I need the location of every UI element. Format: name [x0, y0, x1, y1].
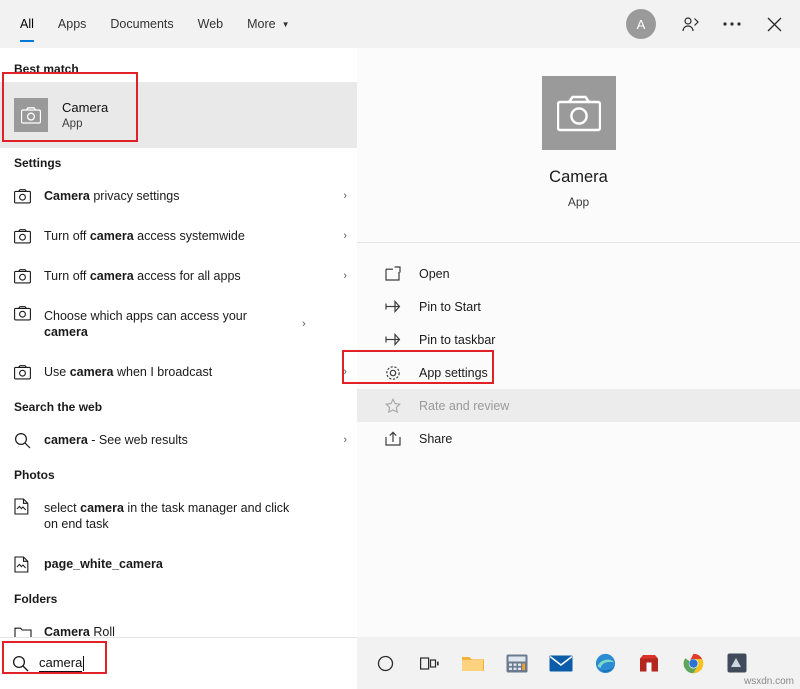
preview-app-name: Camera — [549, 168, 608, 186]
chevron-down-icon: ▼ — [281, 19, 290, 29]
watermark: wsxdn.com — [743, 676, 794, 687]
action-open-label: Open — [419, 266, 450, 281]
share-icon — [385, 431, 419, 446]
search-input[interactable]: camera — [39, 655, 83, 672]
preview-actions: Open Pin to Start Pin to taskbar App set… — [342, 243, 800, 455]
camera-outline-icon — [14, 268, 44, 284]
camera-outline-icon — [14, 228, 44, 244]
camera-app-icon — [14, 98, 48, 132]
chrome-icon[interactable] — [671, 637, 715, 689]
chevron-right-icon[interactable]: › — [335, 230, 347, 242]
preview-header: Camera App — [357, 48, 800, 243]
action-share[interactable]: Share — [357, 422, 800, 455]
file-explorer-icon[interactable] — [451, 637, 495, 689]
action-pin-to-taskbar-label: Pin to taskbar — [419, 332, 496, 347]
chevron-right-icon[interactable]: › — [335, 190, 347, 202]
list-item-label: Choose which apps can access your camera — [44, 308, 247, 339]
preview-app-type: App — [567, 195, 590, 209]
list-item-label: select camera in the task manager and cl… — [44, 500, 290, 531]
best-match-subtitle: App — [62, 118, 83, 130]
search-icon — [12, 655, 29, 672]
photo-document-icon — [14, 555, 44, 573]
tab-web[interactable]: Web — [186, 0, 235, 48]
tab-apps-label: Apps — [57, 17, 87, 31]
task-view-icon[interactable] — [407, 637, 451, 689]
list-item-label: Use camera when I broadcast — [44, 364, 213, 379]
search-filter-bar: All Apps Documents Web More ▼ A — [0, 0, 800, 48]
cortana-circle-icon[interactable] — [363, 637, 407, 689]
pin-icon — [385, 332, 419, 347]
section-photos: Photos — [14, 468, 55, 482]
avatar-initial: A — [636, 16, 646, 32]
list-item-label: Turn off camera access for all apps — [44, 268, 241, 283]
list-item-label: camera - See web results — [44, 432, 188, 447]
list-item[interactable]: select camera in the task manager and cl… — [0, 488, 357, 544]
tab-all-label: All — [20, 17, 34, 31]
tab-more-label: More — [247, 17, 276, 31]
list-item-label: Turn off camera access systemwide — [44, 228, 245, 243]
calculator-icon[interactable] — [495, 637, 539, 689]
close-icon[interactable] — [754, 4, 794, 44]
tab-apps[interactable]: Apps — [46, 0, 99, 48]
search-icon — [14, 432, 44, 449]
list-item[interactable]: Turn off camera access systemwide › — [0, 216, 357, 256]
person-feedback-icon[interactable] — [670, 4, 710, 44]
list-item[interactable]: Camera privacy settings › — [0, 176, 357, 216]
tab-documents[interactable]: Documents — [98, 0, 185, 48]
tab-all[interactable]: All — [8, 0, 46, 48]
list-item-label: page_white_camera — [44, 556, 163, 571]
chevron-right-icon[interactable]: › — [335, 366, 347, 378]
action-app-settings-label: App settings — [419, 365, 488, 380]
tab-more[interactable]: More ▼ — [235, 0, 301, 48]
section-settings: Settings — [14, 156, 62, 170]
chevron-right-icon[interactable]: › — [294, 318, 306, 330]
edge-icon[interactable] — [583, 637, 627, 689]
taskbar: wsxdn.com — [357, 637, 800, 689]
action-open[interactable]: Open — [357, 257, 800, 290]
list-item-label: Camera privacy settings — [44, 188, 180, 203]
action-pin-to-taskbar[interactable]: Pin to taskbar — [357, 323, 800, 356]
tab-documents-label: Documents — [110, 17, 174, 31]
list-item[interactable]: Turn off camera access for all apps › — [0, 256, 357, 296]
section-folders: Folders — [14, 592, 58, 606]
action-share-label: Share — [419, 431, 453, 446]
photo-document-icon — [14, 488, 44, 515]
search-box[interactable]: camera — [0, 637, 357, 689]
results-list: Best match Camera App Settings Camera pr… — [0, 48, 357, 639]
tab-web-label: Web — [197, 17, 224, 31]
section-search-the-web: Search the web — [14, 400, 103, 414]
chevron-right-icon[interactable]: › — [335, 270, 347, 282]
best-match-row[interactable]: Camera App — [0, 82, 357, 148]
best-match-name: Camera — [62, 100, 109, 115]
star-icon — [385, 398, 419, 413]
action-pin-to-start[interactable]: Pin to Start — [357, 290, 800, 323]
open-icon — [385, 266, 419, 281]
gear-icon — [385, 365, 419, 381]
microsoft-store-icon[interactable] — [627, 637, 671, 689]
chevron-right-icon[interactable]: › — [335, 434, 347, 446]
camera-outline-icon — [14, 296, 44, 321]
topbar-controls: A — [626, 0, 800, 48]
action-rate-and-review-label: Rate and review — [419, 398, 510, 413]
camera-outline-icon — [14, 364, 44, 380]
text-caret — [83, 656, 85, 671]
camera-outline-icon — [14, 188, 44, 204]
list-item[interactable]: Choose which apps can access your camera… — [0, 296, 357, 352]
filter-tabs: All Apps Documents Web More ▼ — [0, 0, 302, 48]
camera-app-icon — [541, 76, 616, 150]
list-item[interactable]: Use camera when I broadcast › — [0, 352, 357, 392]
section-best-match: Best match — [14, 62, 79, 76]
action-app-settings[interactable]: App settings — [342, 350, 800, 389]
app-preview-pane: Camera App Open Pin to Start Pin to task… — [342, 48, 800, 637]
avatar[interactable]: A — [626, 9, 656, 39]
list-item[interactable]: page_white_camera — [0, 544, 357, 584]
action-rate-and-review[interactable]: Rate and review — [357, 389, 800, 422]
windows-search-panel: All Apps Documents Web More ▼ A Best mat… — [0, 0, 800, 689]
ellipsis-icon[interactable] — [712, 4, 752, 44]
action-pin-to-start-label: Pin to Start — [419, 299, 481, 314]
pin-icon — [385, 299, 419, 314]
list-item[interactable]: camera - See web results › — [0, 420, 357, 460]
mail-icon[interactable] — [539, 637, 583, 689]
